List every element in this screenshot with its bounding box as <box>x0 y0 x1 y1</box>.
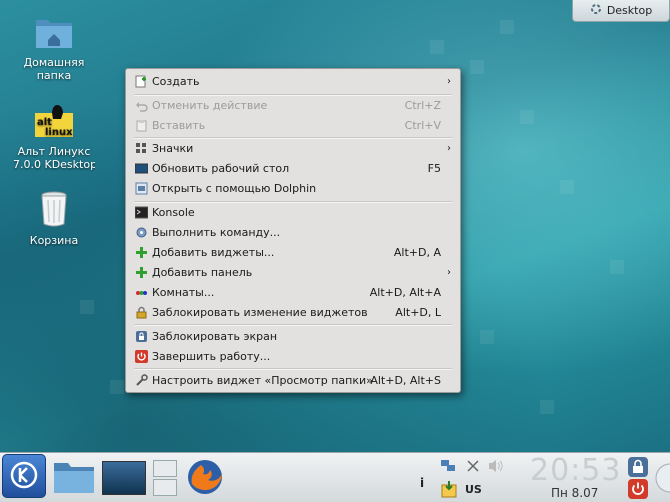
submenu-arrow-icon: › <box>447 143 451 154</box>
menu-item-configure-folder-view[interactable]: Настроить виджет «Просмотр папки» Alt+D,… <box>131 371 455 390</box>
firefox-icon <box>184 460 226 501</box>
menu-separator <box>134 324 452 326</box>
digital-clock[interactable]: 20:53 <box>530 453 621 488</box>
network-icon[interactable] <box>440 457 456 473</box>
menu-item-run-command[interactable]: Выполнить команду... <box>131 223 455 242</box>
menu-item-label: Выполнить команду... <box>152 226 281 239</box>
desktop-icon-home-label-2: папка <box>36 69 72 82</box>
firefox-launcher-button[interactable] <box>184 456 226 498</box>
menu-item-shortcut: Alt+D, L <box>395 306 441 319</box>
menu-item-shutdown[interactable]: Завершить работу... <box>131 347 455 366</box>
update-notifier-icon[interactable] <box>440 480 458 498</box>
lock-screen-button[interactable] <box>628 457 648 477</box>
menu-item-label: Завершить работу... <box>152 350 271 363</box>
wallpaper-pixel <box>80 300 94 314</box>
menu-item-lock-widgets[interactable]: Заблокировать изменение виджетов Alt+D, … <box>131 303 455 322</box>
power-icon <box>628 482 648 502</box>
wallpaper-pixel <box>540 400 554 414</box>
menu-item-label: Обновить рабочий стол <box>152 162 290 175</box>
date-label: Пн 8.07 <box>551 486 599 500</box>
wallpaper-pixel <box>520 110 534 124</box>
menu-item-shortcut: Alt+D, Alt+A <box>369 286 441 299</box>
menu-item-shortcut: Ctrl+Z <box>404 99 441 112</box>
lock-screen-icon <box>135 330 148 343</box>
desktop-toolbox-label: Desktop <box>606 4 653 17</box>
desktop-icon-home[interactable]: Домашняя папка <box>14 14 94 82</box>
menu-item-label: Открыть с помощью Dolphin <box>152 182 317 195</box>
altlinux-logo-icon: alt linux <box>10 103 98 142</box>
menu-item-label: Заблокировать экран <box>152 330 278 343</box>
desktop-icon-trash[interactable]: Корзина <box>14 190 94 247</box>
menu-item-shortcut: Ctrl+V <box>404 119 441 132</box>
pager-desktop-2[interactable] <box>153 479 177 496</box>
menu-item-add-widgets[interactable]: Добавить виджеты... Alt+D, A <box>131 243 455 262</box>
menu-item-label: Создать <box>152 75 200 88</box>
menu-item-label: Добавить панель <box>152 266 253 279</box>
pager-desktop-1[interactable] <box>153 460 177 477</box>
desktop-toolbox-button[interactable]: Desktop <box>572 0 670 22</box>
menu-item-undo[interactable]: Отменить действие Ctrl+Z <box>131 96 455 115</box>
panel-toolbox-icon <box>653 463 670 501</box>
add-icon <box>135 246 148 259</box>
activities-icon <box>135 286 148 299</box>
application-launcher-button[interactable] <box>2 454 46 498</box>
menu-item-label: Konsole <box>152 206 195 219</box>
desktop-icon-home-label-1: Домашняя <box>23 56 85 69</box>
dolphin-icon <box>135 182 148 195</box>
keyboard-layout-indicator[interactable]: US <box>465 483 482 496</box>
submenu-arrow-icon: › <box>447 76 451 87</box>
desktop-icon-altlinux-label-2: 7.0.0 KDesktop <box>13 158 95 171</box>
refresh-desktop-icon <box>134 162 149 175</box>
menu-separator <box>134 368 452 370</box>
lock-icon <box>135 306 148 319</box>
configure-icon <box>135 374 148 387</box>
desktop-icon-trash-label: Корзина <box>29 234 79 247</box>
paste-icon <box>135 119 148 132</box>
undo-icon <box>135 99 148 112</box>
panel-toolbox-button[interactable] <box>653 458 670 498</box>
wallpaper-pixel <box>500 20 514 34</box>
kde-logo-icon <box>9 460 39 493</box>
wallpaper-pixel <box>110 380 124 394</box>
toolbox-icon <box>590 3 602 18</box>
folder-icon <box>52 463 96 500</box>
menu-item-konsole[interactable]: Konsole <box>131 203 455 222</box>
wallpaper-pixel <box>480 330 494 344</box>
power-icon <box>135 350 148 363</box>
new-icon <box>135 75 148 88</box>
info-icon[interactable]: i <box>420 476 432 490</box>
volume-icon[interactable] <box>487 458 505 474</box>
svg-text:linux: linux <box>45 127 73 138</box>
menu-item-activities[interactable]: Комнаты... Alt+D, Alt+A <box>131 283 455 302</box>
menu-item-lock-screen[interactable]: Заблокировать экран <box>131 327 455 346</box>
trash-icon <box>14 190 94 231</box>
submenu-arrow-icon: › <box>447 267 451 278</box>
wallpaper-pixel <box>560 180 574 194</box>
menu-item-shortcut: Alt+D, A <box>393 246 441 259</box>
wallpaper-pixel <box>610 260 624 274</box>
icons-icon <box>135 142 148 155</box>
terminal-icon <box>134 206 149 219</box>
run-icon <box>135 226 148 239</box>
wallpaper-pixel <box>470 60 484 74</box>
desktop-context-menu: Создать › Отменить действие Ctrl+Z Встав… <box>125 68 461 393</box>
home-folder-icon <box>14 14 94 53</box>
desktop-icon-altlinux-label-1: Альт Линукс <box>17 145 91 158</box>
menu-item-icons[interactable]: Значки › <box>131 139 455 158</box>
show-desktop-button[interactable] <box>102 461 146 495</box>
menu-item-shortcut: Alt+D, Alt+S <box>370 374 441 387</box>
shutdown-button[interactable] <box>628 479 648 499</box>
menu-item-open-dolphin[interactable]: Открыть с помощью Dolphin <box>131 179 455 198</box>
menu-item-create[interactable]: Создать › <box>131 72 455 91</box>
add-icon <box>135 266 148 279</box>
clipboard-icon[interactable] <box>466 459 480 473</box>
menu-item-shortcut: F5 <box>427 162 441 175</box>
menu-item-refresh-desktop[interactable]: Обновить рабочий стол F5 <box>131 159 455 178</box>
wallpaper-pixel <box>430 40 444 54</box>
menu-item-add-panel[interactable]: Добавить панель › <box>131 263 455 282</box>
dolphin-launcher-button[interactable] <box>52 457 96 497</box>
menu-item-paste[interactable]: Вставить Ctrl+V <box>131 116 455 135</box>
menu-item-label: Значки <box>152 142 194 155</box>
desktop-icon-altlinux[interactable]: alt linux Альт Линукс 7.0.0 KDesktop <box>10 103 98 171</box>
